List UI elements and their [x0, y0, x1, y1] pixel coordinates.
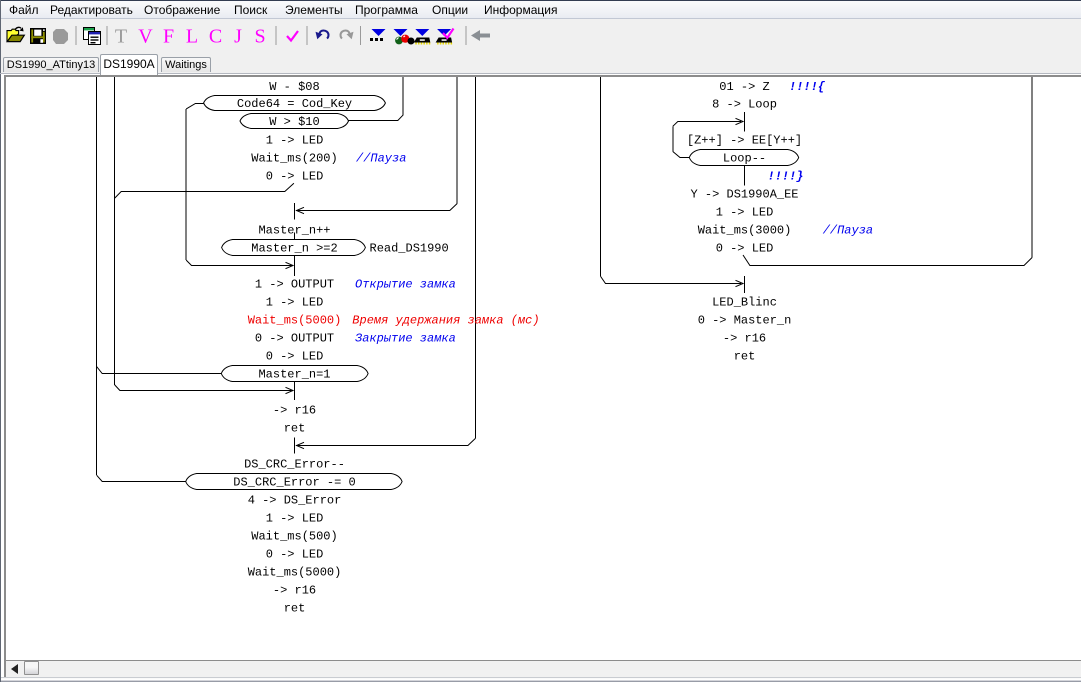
- svg-text://Пауза: //Пауза: [356, 152, 406, 166]
- svg-text:LED_Blinc: LED_Blinc: [712, 296, 777, 310]
- svg-text:!!!!}: !!!!}: [768, 170, 804, 184]
- svg-text:Master_n >=2: Master_n >=2: [251, 242, 337, 256]
- svg-text:Wait_ms(3000): Wait_ms(3000): [698, 224, 792, 238]
- svg-text:0 -> LED: 0 -> LED: [716, 242, 774, 256]
- svg-text:0 -> Master_n: 0 -> Master_n: [698, 314, 792, 328]
- svg-text:1 -> LED: 1 -> LED: [716, 206, 774, 220]
- svg-text:0 -> OUTPUT: 0 -> OUTPUT: [255, 332, 334, 346]
- svg-text:Code64 = Cod_Key: Code64 = Cod_Key: [237, 97, 352, 111]
- svg-text://Пауза: //Пауза: [823, 224, 873, 238]
- svg-text:-> r16: -> r16: [273, 404, 316, 418]
- svg-text:DS_CRC_Error--: DS_CRC_Error--: [244, 458, 345, 472]
- svg-text:W - $08: W - $08: [269, 80, 319, 94]
- svg-text:Wait_ms(5000): Wait_ms(5000): [248, 566, 342, 580]
- svg-text:ret: ret: [284, 422, 306, 436]
- svg-text:ret: ret: [284, 602, 306, 616]
- svg-text:[Z++] -> EE[Y++]: [Z++] -> EE[Y++]: [687, 134, 802, 148]
- svg-text:-> r16: -> r16: [273, 584, 316, 598]
- svg-text:Master_n=1: Master_n=1: [258, 368, 330, 382]
- svg-text:Wait_ms(200): Wait_ms(200): [251, 152, 337, 166]
- svg-text:1 -> LED: 1 -> LED: [266, 134, 324, 148]
- svg-text:Закрытие замка: Закрытие замка: [355, 332, 456, 346]
- svg-text:Wait_ms(500): Wait_ms(500): [251, 530, 337, 544]
- svg-text:0 -> LED: 0 -> LED: [266, 350, 324, 364]
- svg-text:1 -> OUTPUT: 1 -> OUTPUT: [255, 278, 334, 292]
- svg-text:1 -> LED: 1 -> LED: [266, 296, 324, 310]
- svg-text:0 -> LED: 0 -> LED: [266, 548, 324, 562]
- svg-text:Read_DS1990: Read_DS1990: [370, 242, 449, 256]
- svg-text:Y -> DS1990A_EE: Y -> DS1990A_EE: [690, 188, 798, 202]
- svg-text:8 -> Loop: 8 -> Loop: [712, 98, 777, 112]
- svg-text:Время удержания замка (мс): Время удержания замка (мс): [352, 314, 539, 328]
- svg-text:DS_CRC_Error -= 0: DS_CRC_Error -= 0: [233, 476, 355, 490]
- svg-text:4 -> DS_Error: 4 -> DS_Error: [248, 494, 342, 508]
- svg-text:ret: ret: [734, 350, 756, 364]
- svg-text:-> r16: -> r16: [723, 332, 766, 346]
- svg-text:W > $10: W > $10: [269, 115, 319, 129]
- svg-text:Открытие замка: Открытие замка: [355, 278, 456, 292]
- svg-text:Master_n++: Master_n++: [258, 224, 330, 238]
- svg-text:01 -> Z: 01 -> Z: [719, 80, 769, 94]
- svg-text:!!!!{: !!!!{: [789, 80, 826, 94]
- svg-text:0 -> LED: 0 -> LED: [266, 170, 324, 184]
- svg-text:1 -> LED: 1 -> LED: [266, 512, 324, 526]
- svg-text:Wait_ms(5000): Wait_ms(5000): [248, 314, 342, 328]
- svg-text:Loop--: Loop--: [723, 152, 766, 166]
